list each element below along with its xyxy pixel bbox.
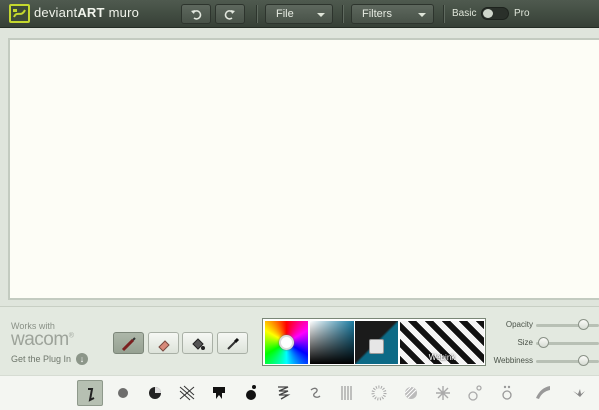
splatter-brush[interactable] bbox=[238, 380, 264, 406]
webbiness-slider[interactable] bbox=[536, 360, 599, 363]
eraser-icon bbox=[158, 340, 170, 352]
leaf-brush[interactable] bbox=[566, 380, 592, 406]
feather-brush[interactable] bbox=[530, 380, 556, 406]
brush-icon bbox=[121, 337, 136, 352]
brush-tool-button[interactable] bbox=[113, 332, 144, 354]
opacity-slider-knob[interactable] bbox=[578, 319, 589, 330]
lines-brush-icon bbox=[341, 386, 352, 400]
dots-brush[interactable] bbox=[366, 380, 392, 406]
swirl-brush[interactable] bbox=[302, 380, 328, 406]
top-bar: deviantART muro File Filters Basic Pro bbox=[0, 0, 599, 28]
hatch-brush[interactable] bbox=[174, 380, 200, 406]
toolbar-divider bbox=[443, 5, 444, 23]
get-plugin-link[interactable]: Get the Plug In bbox=[11, 354, 71, 364]
pie-brush[interactable] bbox=[142, 380, 168, 406]
mode-toggle[interactable] bbox=[481, 7, 509, 20]
toolbar-divider bbox=[256, 5, 257, 23]
redo-button[interactable] bbox=[215, 4, 245, 24]
burst-brush-icon bbox=[436, 386, 450, 400]
soft-dot-icon bbox=[118, 388, 128, 398]
color-panel: Webink bbox=[262, 318, 486, 366]
splatter-brush-icon bbox=[246, 385, 256, 400]
size-slider-knob[interactable] bbox=[538, 337, 549, 348]
spiral-brush-icon bbox=[278, 386, 291, 400]
size-label: Size bbox=[517, 338, 533, 347]
wacom-logo: wacom® bbox=[11, 329, 74, 350]
drip-brush[interactable] bbox=[206, 380, 232, 406]
webbiness-label: Webbiness bbox=[493, 356, 533, 365]
bucket-icon bbox=[192, 338, 205, 350]
file-menu-label: File bbox=[276, 8, 294, 20]
drip-brush-icon bbox=[213, 387, 225, 399]
color-wheel[interactable] bbox=[265, 321, 308, 364]
shade-picker[interactable] bbox=[310, 321, 354, 364]
download-arrow-icon[interactable]: ↓ bbox=[76, 353, 88, 365]
ring-brush-icon bbox=[502, 385, 512, 400]
diagonal-brush[interactable] bbox=[398, 380, 424, 406]
file-menu-button[interactable]: File bbox=[265, 4, 333, 24]
undo-icon bbox=[191, 10, 202, 20]
chevron-down-icon bbox=[317, 13, 325, 17]
soft-dot-brush[interactable] bbox=[110, 380, 136, 406]
swap-colors-icon[interactable] bbox=[369, 339, 384, 354]
bubble-brush[interactable] bbox=[462, 380, 488, 406]
swirl-brush-icon bbox=[310, 387, 321, 398]
diagonal-brush-icon bbox=[404, 386, 417, 399]
chevron-down-icon bbox=[418, 13, 426, 17]
filters-menu-label: Filters bbox=[362, 8, 392, 20]
webbiness-slider-knob[interactable] bbox=[578, 355, 589, 366]
lines-brush[interactable] bbox=[334, 380, 360, 406]
burst-brush[interactable] bbox=[430, 380, 456, 406]
fill-tool-button[interactable] bbox=[182, 332, 213, 354]
opacity-slider[interactable] bbox=[536, 324, 599, 327]
webink-preview[interactable]: Webink bbox=[400, 321, 484, 364]
wheel-selector[interactable] bbox=[279, 335, 294, 350]
dots-brush-icon bbox=[371, 385, 387, 401]
hatch-brush-icon bbox=[179, 385, 195, 401]
webink-label: Webink bbox=[428, 353, 456, 362]
muro-logo-icon bbox=[9, 4, 30, 23]
pen-brush[interactable] bbox=[77, 380, 103, 406]
leaf-brush-icon bbox=[573, 389, 585, 397]
drawing-canvas[interactable] bbox=[8, 38, 599, 300]
redo-icon bbox=[224, 10, 235, 20]
bubble-brush-icon bbox=[468, 385, 482, 401]
spiral-brush[interactable] bbox=[270, 380, 296, 406]
ring-brush[interactable] bbox=[494, 380, 520, 406]
opacity-label: Opacity bbox=[505, 320, 533, 329]
mode-basic-label[interactable]: Basic bbox=[452, 8, 476, 19]
toggle-knob bbox=[483, 9, 493, 18]
color-picker-tool-button[interactable] bbox=[217, 332, 248, 354]
current-color-swatch[interactable] bbox=[355, 321, 398, 364]
app-title: deviantART muro bbox=[34, 5, 140, 20]
eyedropper-icon bbox=[227, 337, 240, 350]
mode-pro-label[interactable]: Pro bbox=[514, 8, 530, 19]
toolbar-divider bbox=[342, 5, 343, 23]
undo-button[interactable] bbox=[181, 4, 211, 24]
pen-brush-icon bbox=[88, 388, 95, 402]
pie-brush-icon bbox=[149, 387, 161, 399]
filters-menu-button[interactable]: Filters bbox=[351, 4, 434, 24]
eraser-tool-button[interactable] bbox=[148, 332, 179, 354]
feather-brush-icon bbox=[536, 386, 550, 399]
